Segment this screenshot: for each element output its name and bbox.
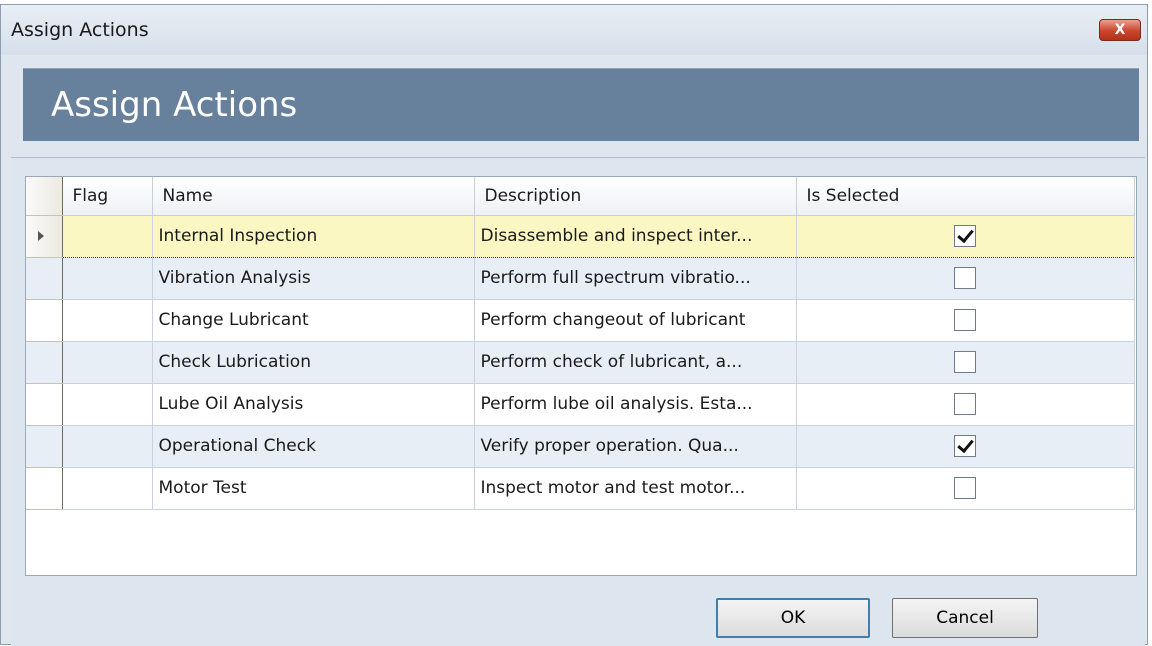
row-selector-header: [26, 177, 63, 216]
row-selector[interactable]: [26, 299, 63, 342]
description-cell[interactable]: Perform full spectrum vibratio...: [474, 257, 797, 300]
cancel-button[interactable]: Cancel: [892, 598, 1038, 638]
flag-cell[interactable]: [62, 383, 153, 426]
flag-cell[interactable]: [62, 341, 153, 384]
flag-cell[interactable]: [62, 467, 153, 510]
flag-cell[interactable]: [62, 299, 153, 342]
is-selected-cell: [796, 467, 1135, 510]
row-selector[interactable]: [26, 425, 63, 468]
row-selector[interactable]: [26, 215, 63, 258]
is-selected-cell: [796, 299, 1135, 342]
row-selector[interactable]: [26, 383, 63, 426]
table-row[interactable]: Check Lubrication Perform check of lubric…: [26, 341, 1135, 384]
is-selected-checkbox[interactable]: [954, 477, 976, 499]
name-cell[interactable]: Lube Oil Analysis: [152, 383, 475, 426]
title-bar[interactable]: Assign Actions X: [1, 5, 1147, 55]
description-cell[interactable]: Perform check of lubricant, a...: [474, 341, 797, 384]
dialog-content: Flag Name Description Is Selected Intern…: [11, 157, 1145, 646]
assign-actions-dialog: Assign Actions X Assign Actions Flag Nam…: [0, 4, 1148, 646]
flag-cell[interactable]: [62, 257, 153, 300]
name-cell[interactable]: Change Lubricant: [152, 299, 475, 342]
current-row-arrow-icon: [38, 230, 44, 241]
is-selected-checkbox[interactable]: [954, 225, 976, 247]
table-row[interactable]: Internal Inspection Disassemble and inspe…: [26, 214, 1135, 258]
header-row: Flag Name Description Is Selected: [26, 177, 1135, 216]
actions-table: Flag Name Description Is Selected Intern…: [26, 177, 1135, 510]
table-row[interactable]: Vibration Analysis Perform full spectrum …: [26, 257, 1135, 300]
table-row[interactable]: Motor Test Inspect motor and test motor..…: [26, 467, 1135, 510]
actions-grid: Flag Name Description Is Selected Intern…: [25, 176, 1137, 576]
name-cell[interactable]: Motor Test: [152, 467, 475, 510]
name-cell[interactable]: Internal Inspection: [152, 214, 475, 258]
name-cell[interactable]: Vibration Analysis: [152, 257, 475, 300]
name-cell[interactable]: Operational Check: [152, 425, 475, 468]
header-banner: Assign Actions: [23, 68, 1139, 141]
description-cell[interactable]: Perform lube oil analysis. Esta...: [474, 383, 797, 426]
table-row[interactable]: Change Lubricant Perform changeout of lub…: [26, 299, 1135, 342]
is-selected-cell: [796, 257, 1135, 300]
page-title: Assign Actions: [51, 85, 298, 125]
column-header-name[interactable]: Name: [152, 177, 475, 216]
row-selector[interactable]: [26, 341, 63, 384]
column-header-description[interactable]: Description: [474, 177, 797, 216]
is-selected-checkbox[interactable]: [954, 351, 976, 373]
is-selected-cell: [796, 425, 1135, 468]
ok-button[interactable]: OK: [716, 598, 870, 638]
is-selected-cell: [796, 341, 1135, 384]
grid-body: Internal Inspection Disassemble and inspe…: [26, 214, 1135, 510]
table-row[interactable]: Lube Oil Analysis Perform lube oil analys…: [26, 383, 1135, 426]
is-selected-cell: [796, 214, 1135, 258]
window-title: Assign Actions: [11, 19, 149, 41]
name-cell[interactable]: Check Lubrication: [152, 341, 475, 384]
row-selector[interactable]: [26, 467, 63, 510]
close-icon: X: [1114, 22, 1126, 38]
is-selected-cell: [796, 383, 1135, 426]
description-cell[interactable]: Perform changeout of lubricant: [474, 299, 797, 342]
description-cell[interactable]: Disassemble and inspect inter...: [474, 214, 797, 258]
is-selected-checkbox[interactable]: [954, 309, 976, 331]
is-selected-checkbox[interactable]: [954, 267, 976, 289]
column-header-is-selected[interactable]: Is Selected: [796, 177, 1135, 216]
description-cell[interactable]: Verify proper operation. Qua...: [474, 425, 797, 468]
description-cell[interactable]: Inspect motor and test motor...: [474, 467, 797, 510]
row-selector[interactable]: [26, 257, 63, 300]
flag-cell[interactable]: [62, 425, 153, 468]
is-selected-checkbox[interactable]: [954, 435, 976, 457]
is-selected-checkbox[interactable]: [954, 393, 976, 415]
close-button[interactable]: X: [1099, 19, 1141, 41]
flag-cell[interactable]: [62, 214, 153, 258]
column-header-flag[interactable]: Flag: [62, 177, 153, 216]
table-row[interactable]: Operational Check Verify proper operation…: [26, 425, 1135, 468]
